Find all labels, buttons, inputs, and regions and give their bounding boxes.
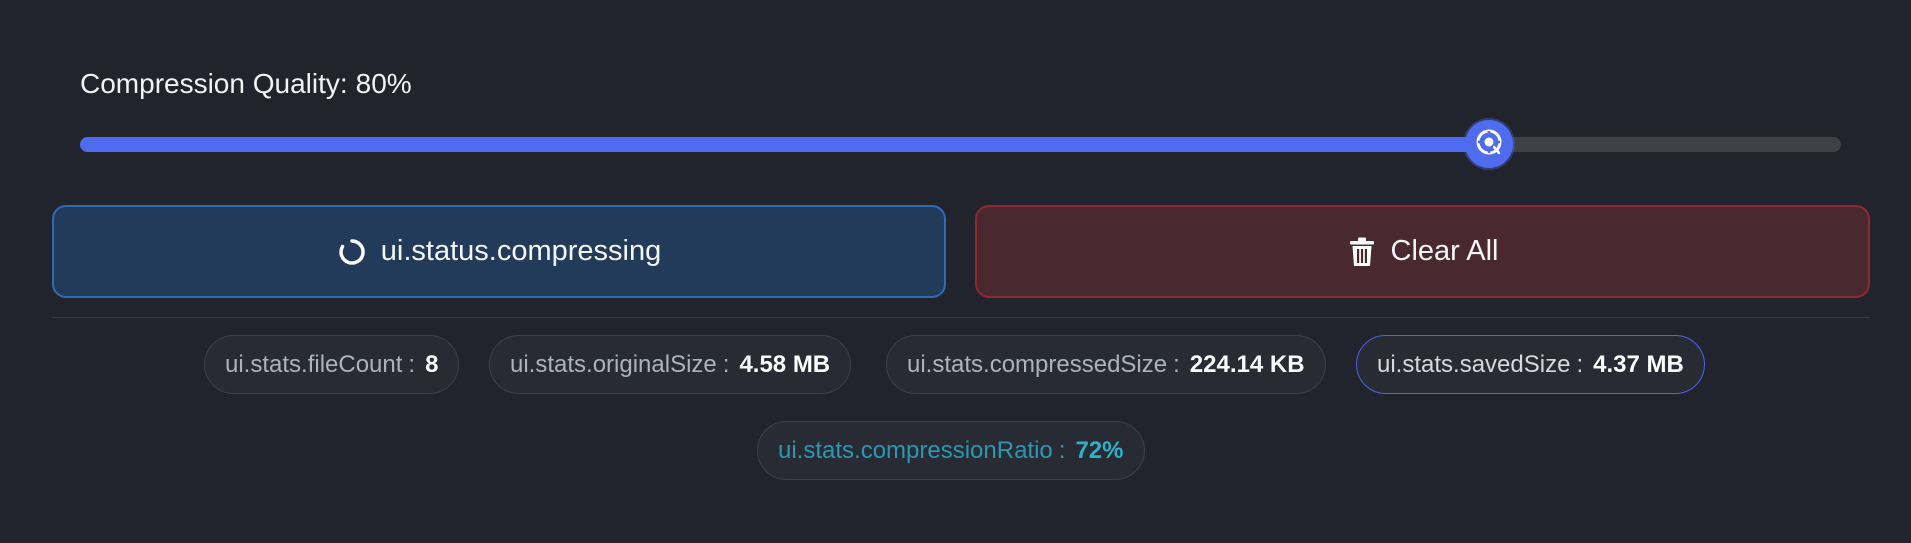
slider-fill xyxy=(80,137,1489,152)
stat-key: ui.stats.originalSize xyxy=(510,350,717,378)
stat-value: 72% xyxy=(1075,436,1124,464)
compression-panel: Compression Quality: 80% ui.status.compr… xyxy=(0,0,1911,543)
stat-value: 4.58 MB xyxy=(739,350,831,378)
stat-saved-size: ui.stats.savedSize : 4.37 MB xyxy=(1356,335,1705,394)
compass-icon xyxy=(1474,127,1504,162)
stat-key: ui.stats.savedSize xyxy=(1377,350,1571,378)
slider-thumb[interactable] xyxy=(1464,120,1513,168)
stat-separator: : xyxy=(1576,350,1584,378)
clear-all-button-label: Clear All xyxy=(1390,235,1499,267)
clear-all-button[interactable]: Clear All xyxy=(975,205,1870,298)
stat-separator: : xyxy=(722,350,730,378)
compress-button-label: ui.status.compressing xyxy=(380,235,662,267)
stat-value: 224.14 KB xyxy=(1189,350,1305,378)
quality-value: 80% xyxy=(355,68,412,99)
stat-value: 4.37 MB xyxy=(1593,350,1684,378)
stat-key: ui.stats.compressedSize xyxy=(907,350,1168,378)
stat-file-count: ui.stats.fileCount : 8 xyxy=(204,335,460,394)
stat-key: ui.stats.fileCount xyxy=(225,350,403,378)
stat-separator: : xyxy=(408,350,416,378)
stat-compression-ratio: ui.stats.compressionRatio : 72% xyxy=(757,421,1145,480)
stat-value: 8 xyxy=(425,350,439,378)
trash-icon xyxy=(1347,237,1377,267)
stat-separator: : xyxy=(1173,350,1180,378)
stat-key: ui.stats.compressionRatio xyxy=(778,436,1053,464)
stat-compressed-size: ui.stats.compressedSize : 224.14 KB xyxy=(886,335,1326,394)
divider xyxy=(52,317,1870,318)
compress-button[interactable]: ui.status.compressing xyxy=(52,205,946,298)
stat-original-size: ui.stats.originalSize : 4.58 MB xyxy=(489,335,852,394)
quality-slider[interactable] xyxy=(80,120,1841,168)
quality-label-text: Compression Quality: xyxy=(80,68,348,99)
quality-label: Compression Quality: 80% xyxy=(80,68,412,100)
spinner-icon xyxy=(337,237,367,267)
stat-separator: : xyxy=(1058,436,1066,464)
